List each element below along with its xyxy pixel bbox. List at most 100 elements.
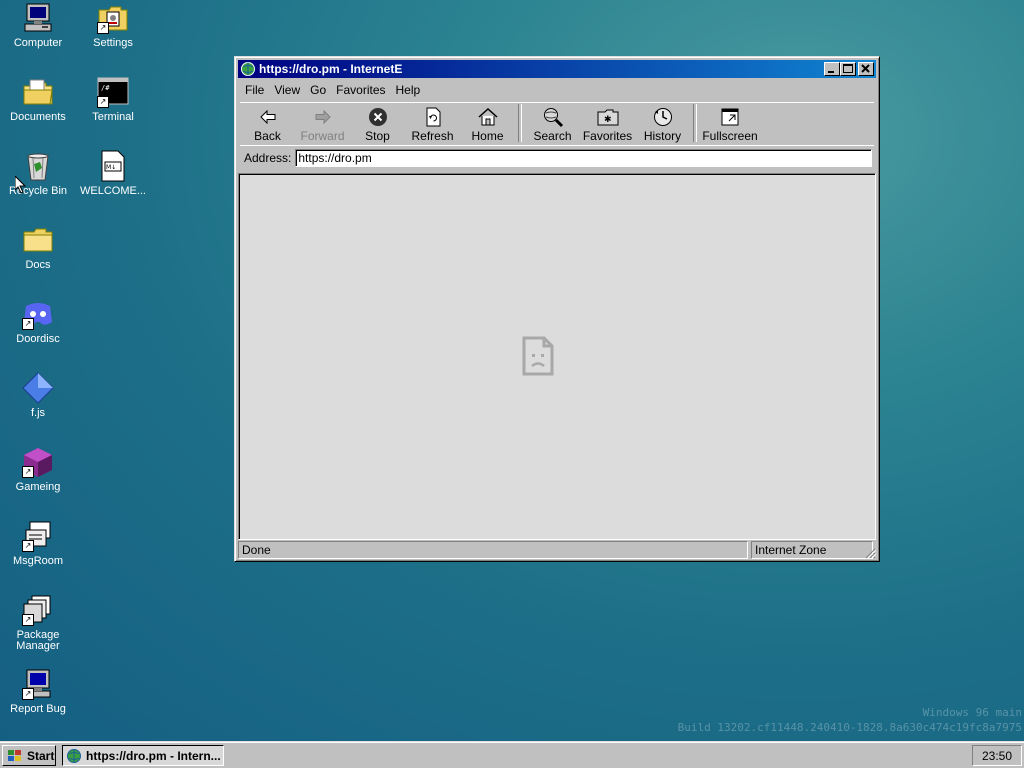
doordisc-icon: ↗ [22, 298, 54, 330]
refresh-button[interactable]: Refresh [405, 103, 460, 143]
desktop-icon-documents[interactable]: Documents [2, 76, 74, 123]
browser-window: https://dro.pm - InternetE File View Go … [234, 56, 880, 562]
shortcut-arrow-icon: ↗ [22, 466, 34, 478]
minimize-icon [828, 71, 834, 73]
svg-text:✱: ✱ [604, 115, 612, 125]
desktop-icon-label: f.js [30, 407, 46, 419]
browser-globe-icon [67, 748, 81, 763]
close-icon [861, 64, 870, 73]
desktop-icon-report-bug[interactable]: ↗ Report Bug [2, 668, 74, 715]
maximize-button[interactable] [840, 62, 856, 76]
desktop-icon-label: Gameing [15, 481, 61, 493]
watermark-line2: Build 13202.cf11448.240410-1828.8a630c47… [677, 721, 1022, 734]
favorites-button[interactable]: ✱ Favorites [580, 103, 635, 143]
status-zone: Internet Zone [751, 541, 873, 559]
svg-text:M↓: M↓ [106, 164, 116, 171]
package-manager-icon: ↗ [22, 594, 54, 626]
title-bar[interactable]: https://dro.pm - InternetE [238, 60, 876, 78]
desktop-icon-welcome[interactable]: M↓ WELCOME... [77, 150, 149, 197]
search-globe-icon [543, 108, 563, 128]
markdown-file-icon: M↓ [97, 150, 129, 182]
desktop-icon-terminal[interactable]: /# ↗ Terminal [77, 76, 149, 123]
window-title: https://dro.pm - InternetE [259, 62, 403, 76]
taskbar-item-browser[interactable]: https://dro.pm - Intern... [62, 745, 224, 766]
forward-button[interactable]: Forward [295, 103, 350, 143]
fullscreen-label: Fullscreen [702, 129, 758, 143]
desktop-icon-msgroom[interactable]: ↗ MsgRoom [2, 520, 74, 567]
desktop-icon-gameing[interactable]: ↗ Gameing [2, 446, 74, 493]
status-text: Done [238, 541, 748, 559]
sad-page-icon [522, 336, 554, 376]
history-clock-icon [653, 108, 672, 126]
desktop-icon-fjs[interactable]: f.js [2, 372, 74, 419]
fullscreen-icon [721, 108, 739, 126]
report-bug-icon: ↗ [22, 668, 54, 700]
home-icon [478, 107, 497, 126]
folder-icon [22, 224, 54, 256]
system-tray: 23:50 [972, 745, 1022, 766]
stop-button[interactable]: Stop [350, 103, 405, 143]
desktop-icon-computer[interactable]: Computer [2, 2, 74, 49]
menu-view[interactable]: View [269, 83, 305, 97]
forward-label: Forward [300, 129, 345, 143]
shortcut-arrow-icon: ↗ [97, 96, 109, 108]
shortcut-arrow-icon: ↗ [97, 22, 109, 34]
build-watermark: Windows 96 main Build 13202.cf11448.2404… [678, 705, 1022, 735]
desktop-icon-label: Terminal [92, 111, 134, 123]
back-button[interactable]: Back [240, 103, 295, 143]
history-button[interactable]: History [635, 103, 690, 143]
desktop-icon-settings[interactable]: ↗ Settings [77, 2, 149, 49]
desktop-icon-docs[interactable]: Docs [2, 224, 74, 271]
desktop-icon-label: Doordisc [16, 333, 60, 345]
address-bar: Address: [240, 145, 874, 170]
msgroom-icon: ↗ [22, 520, 54, 552]
home-label: Home [471, 129, 504, 143]
svg-text:/#: /# [101, 84, 110, 92]
desktop-icon-recycle-bin[interactable]: Recycle Bin [2, 150, 74, 197]
page-content-area[interactable] [238, 173, 876, 540]
shortcut-arrow-icon: ↗ [22, 688, 34, 700]
shortcut-arrow-icon: ↗ [22, 540, 34, 552]
minimize-button[interactable] [824, 62, 840, 76]
diamond-icon [22, 372, 54, 404]
browser-globe-icon [241, 62, 255, 76]
menu-bar: File View Go Favorites Help [240, 81, 874, 99]
toolbar: Back Forward Stop Refresh Home Search ✱ … [240, 102, 874, 145]
refresh-icon [426, 107, 440, 127]
search-button[interactable]: Search [525, 103, 580, 143]
resize-grip-icon[interactable] [864, 547, 876, 559]
menu-file[interactable]: File [240, 83, 269, 97]
desktop-icon-label: Documents [10, 111, 66, 123]
desktop-icon-label: Settings [93, 37, 133, 49]
desktop-icon-label: Report Bug [10, 703, 66, 715]
clock[interactable]: 23:50 [982, 749, 1012, 763]
favorites-label: Favorites [582, 129, 633, 143]
address-input[interactable] [295, 149, 872, 167]
desktop-icon-label: Package Manager [16, 629, 60, 652]
fullscreen-button[interactable]: Fullscreen [700, 103, 760, 143]
desktop-icon-label: Computer [13, 37, 63, 49]
desktop-icon-label: Docs [25, 259, 51, 271]
toolbar-separator [518, 104, 522, 142]
menu-go[interactable]: Go [305, 83, 331, 97]
home-button[interactable]: Home [460, 103, 515, 143]
start-button[interactable]: Start [2, 745, 56, 766]
stop-label: Stop [365, 129, 390, 143]
menu-help[interactable]: Help [391, 83, 426, 97]
maximize-icon [843, 64, 853, 73]
close-button[interactable] [858, 62, 874, 76]
shortcut-arrow-icon: ↗ [22, 614, 34, 626]
toolbar-separator [693, 104, 697, 142]
desktop-icon-doordisc[interactable]: ↗ Doordisc [2, 298, 74, 345]
desktop-icon-package-manager[interactable]: ↗ Package Manager [2, 594, 74, 652]
refresh-label: Refresh [411, 129, 454, 143]
back-arrow-icon [259, 109, 275, 125]
start-label: Start [27, 748, 55, 763]
terminal-icon: /# ↗ [97, 76, 129, 108]
desktop-icon-label: Recycle Bin [8, 185, 68, 197]
mouse-cursor-icon [15, 176, 27, 194]
back-label: Back [254, 129, 281, 143]
menu-favorites[interactable]: Favorites [331, 83, 390, 97]
desktop-icon-label: MsgRoom [12, 555, 64, 567]
shortcut-arrow-icon: ↗ [22, 318, 34, 330]
